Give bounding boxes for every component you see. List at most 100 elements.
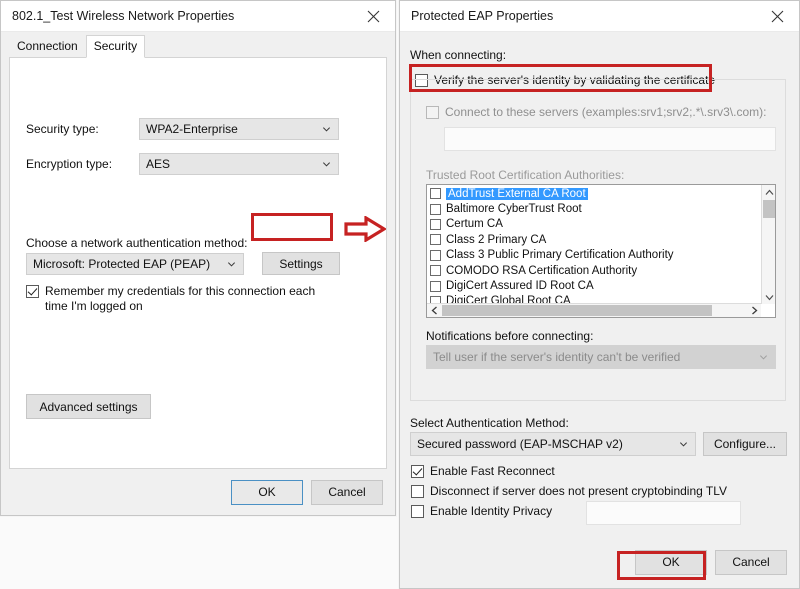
tab-security[interactable]: Security bbox=[85, 35, 146, 58]
list-item[interactable]: COMODO RSA Certification Authority bbox=[427, 263, 760, 278]
scroll-right-icon[interactable] bbox=[747, 304, 761, 317]
enable-fast-reconnect-checkbox-box[interactable] bbox=[411, 465, 424, 478]
notifications-label: Notifications before connecting: bbox=[426, 329, 594, 343]
right-cancel-button[interactable]: Cancel bbox=[715, 549, 787, 575]
right-dialog-title: Protected EAP Properties bbox=[411, 9, 554, 23]
advanced-settings-button[interactable]: Advanced settings bbox=[26, 394, 151, 419]
configure-button[interactable]: Configure... bbox=[703, 432, 787, 456]
scroll-left-icon[interactable] bbox=[427, 304, 441, 317]
when-connecting-label: When connecting: bbox=[410, 48, 507, 62]
enable-fast-reconnect-checkbox[interactable]: Enable Fast Reconnect bbox=[411, 464, 555, 479]
left-cancel-button[interactable]: Cancel bbox=[311, 479, 383, 505]
left-dialog-body: Connection Security Security type: WPA2-… bbox=[1, 32, 395, 515]
when-connecting-label-wrap: When connecting: bbox=[410, 46, 506, 64]
protected-eap-properties-dialog: Protected EAP Properties When connecting… bbox=[399, 0, 800, 589]
trusted-roots-list: AddTrust External CA Root Baltimore Cybe… bbox=[427, 186, 760, 309]
tab-connection-label: Connection bbox=[17, 39, 78, 53]
auth-method-label-wrap: Select Authentication Method: bbox=[410, 414, 569, 432]
trusted-roots-listbox[interactable]: AddTrust External CA Root Baltimore Cybe… bbox=[426, 184, 776, 318]
remember-credentials-line2: time I'm logged on bbox=[45, 299, 143, 313]
right-arrow-glyph bbox=[344, 215, 388, 243]
auth-method-label-wrap: Choose a network authentication method: bbox=[26, 234, 247, 252]
auth-method-value: Secured password (EAP-MSCHAP v2) bbox=[417, 437, 623, 451]
right-dialog-body: When connecting: Verify the server's ide… bbox=[400, 32, 799, 588]
close-glyph bbox=[771, 10, 783, 22]
cryptobinding-tlv-label: Disconnect if server does not present cr… bbox=[430, 484, 728, 498]
remember-credentials-checkbox-box[interactable] bbox=[26, 285, 39, 298]
enable-fast-reconnect-label: Enable Fast Reconnect bbox=[430, 464, 555, 478]
identity-privacy-label: Enable Identity Privacy bbox=[430, 504, 553, 518]
remember-credentials-checkbox[interactable]: Remember my credentials for this connect… bbox=[26, 284, 346, 314]
left-dialog-title: 802.1_Test Wireless Network Properties bbox=[12, 9, 235, 23]
auth-method-dropdown[interactable]: Secured password (EAP-MSCHAP v2) bbox=[410, 432, 696, 456]
tab-security-label: Security bbox=[93, 39, 138, 53]
security-type-label: Security type: bbox=[26, 122, 99, 136]
left-ok-button[interactable]: OK bbox=[231, 479, 303, 505]
select-auth-method-label: Select Authentication Method: bbox=[410, 416, 569, 430]
cert-checkbox[interactable] bbox=[430, 249, 441, 261]
cert-name: COMODO RSA Certification Authority bbox=[446, 264, 638, 277]
list-item[interactable]: Class 3 Public Primary Certification Aut… bbox=[427, 248, 760, 263]
trusted-roots-label: Trusted Root Certification Authorities: bbox=[426, 168, 625, 182]
cert-checkbox[interactable] bbox=[430, 188, 441, 200]
cert-name: AddTrust External CA Root bbox=[446, 187, 588, 200]
cert-checkbox[interactable] bbox=[430, 203, 441, 215]
chevron-up-glyph bbox=[765, 189, 773, 195]
identity-privacy-input[interactable] bbox=[586, 501, 741, 525]
notifications-value: Tell user if the server's identity can't… bbox=[433, 350, 681, 364]
cert-checkbox[interactable] bbox=[430, 265, 441, 277]
list-item[interactable]: Baltimore CyberTrust Root bbox=[427, 201, 760, 216]
chevron-down-icon bbox=[227, 262, 236, 267]
cert-checkbox[interactable] bbox=[430, 280, 441, 292]
encryption-type-dropdown[interactable]: AES bbox=[139, 153, 339, 175]
left-cancel-label: Cancel bbox=[328, 485, 366, 499]
chevron-down-icon bbox=[322, 162, 331, 167]
security-tab-panel: Security type: WPA2-Enterprise Encryptio… bbox=[9, 57, 387, 469]
close-icon[interactable] bbox=[755, 1, 799, 31]
servers-input[interactable] bbox=[444, 127, 776, 151]
cert-checkbox[interactable] bbox=[430, 218, 441, 230]
wireless-network-properties-dialog: 802.1_Test Wireless Network Properties C… bbox=[0, 0, 396, 516]
connect-to-servers-checkbox[interactable]: Connect to these servers (examples:srv1;… bbox=[426, 105, 766, 120]
connect-to-servers-checkbox-box[interactable] bbox=[426, 106, 439, 119]
encryption-type-value: AES bbox=[146, 157, 171, 171]
cert-checkbox[interactable] bbox=[430, 234, 441, 246]
list-item[interactable]: Class 2 Primary CA bbox=[427, 232, 760, 247]
screenshot-root: 802.1_Test Wireless Network Properties C… bbox=[0, 0, 800, 589]
connect-to-servers-label: Connect to these servers (examples:srv1;… bbox=[445, 105, 767, 119]
chevron-down-icon bbox=[759, 355, 768, 360]
scroll-up-icon[interactable] bbox=[762, 185, 775, 199]
listbox-vertical-scrollbar[interactable] bbox=[761, 185, 775, 304]
left-dialog-titlebar: 802.1_Test Wireless Network Properties bbox=[1, 1, 395, 32]
left-dialog-buttonbar: OK Cancel bbox=[1, 469, 395, 515]
left-ok-label: OK bbox=[258, 485, 276, 499]
horizontal-scroll-thumb[interactable] bbox=[442, 305, 712, 316]
remember-credentials-label-wrap: Remember my credentials for this connect… bbox=[45, 284, 315, 314]
auth-method-dropdown[interactable]: Microsoft: Protected EAP (PEAP) bbox=[26, 253, 244, 275]
vertical-scroll-thumb[interactable] bbox=[763, 200, 775, 218]
list-item[interactable]: Certum CA bbox=[427, 217, 760, 232]
scroll-down-icon[interactable] bbox=[762, 290, 775, 304]
tab-connection[interactable]: Connection bbox=[9, 35, 86, 58]
identity-privacy-checkbox-box[interactable] bbox=[411, 505, 424, 518]
settings-button[interactable]: Settings bbox=[262, 252, 340, 275]
cryptobinding-tlv-checkbox-box[interactable] bbox=[411, 485, 424, 498]
tabstrip: Connection Security bbox=[9, 35, 146, 58]
listbox-horizontal-scrollbar[interactable] bbox=[427, 303, 761, 317]
identity-privacy-checkbox[interactable]: Enable Identity Privacy bbox=[411, 504, 552, 519]
right-ok-button[interactable]: OK bbox=[635, 549, 707, 575]
cryptobinding-tlv-checkbox[interactable]: Disconnect if server does not present cr… bbox=[411, 484, 727, 499]
chevron-down-icon bbox=[322, 127, 331, 132]
security-type-row: Security type: WPA2-Enterprise bbox=[26, 118, 346, 140]
list-item[interactable]: AddTrust External CA Root bbox=[427, 186, 760, 201]
notifications-dropdown[interactable]: Tell user if the server's identity can't… bbox=[426, 345, 776, 369]
trusted-roots-label-wrap: Trusted Root Certification Authorities: bbox=[426, 166, 624, 184]
notifications-label-wrap: Notifications before connecting: bbox=[426, 327, 593, 345]
list-item[interactable]: DigiCert Assured ID Root CA bbox=[427, 278, 760, 293]
chevron-right-glyph bbox=[751, 306, 757, 315]
advanced-settings-label: Advanced settings bbox=[39, 399, 138, 414]
close-icon[interactable] bbox=[351, 1, 395, 31]
security-type-value: WPA2-Enterprise bbox=[146, 122, 238, 136]
right-ok-label: OK bbox=[662, 555, 680, 569]
security-type-dropdown[interactable]: WPA2-Enterprise bbox=[139, 118, 339, 140]
